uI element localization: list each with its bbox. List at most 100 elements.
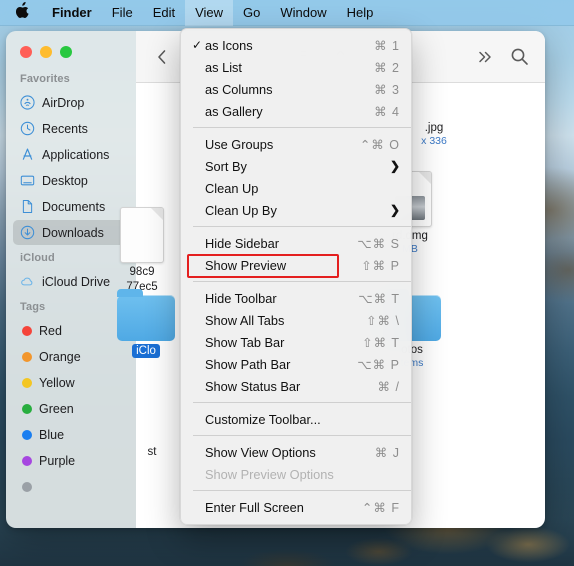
- tag-color-dot: [22, 325, 32, 336]
- menu-item-shortcut: ⇧⌘ T: [362, 335, 400, 350]
- menu-item-as-icons[interactable]: ✓ as Icons ⌘ 1: [181, 34, 411, 56]
- menu-item-label: Use Groups: [205, 136, 274, 152]
- close-button[interactable]: [20, 46, 32, 58]
- menu-item-label: as Gallery: [205, 103, 263, 119]
- menu-item-shortcut: ⌘ 1: [374, 38, 400, 53]
- menu-item-show-tab-bar[interactable]: Show Tab Bar ⇧⌘ T: [181, 331, 411, 353]
- sidebar-item-desktop[interactable]: Desktop: [13, 168, 129, 193]
- sidebar-item-airdrop[interactable]: AirDrop: [13, 90, 129, 115]
- menubar-item-help[interactable]: Help: [337, 0, 384, 26]
- menu-item-clean-up-by[interactable]: Clean Up By ❯: [181, 199, 411, 221]
- menu-item-show-path-bar[interactable]: Show Path Bar ⌥⌘ P: [181, 353, 411, 375]
- menu-item-show-status-bar[interactable]: Show Status Bar ⌘ /: [181, 375, 411, 397]
- sidebar-item-green[interactable]: Green: [13, 396, 129, 421]
- maximize-button[interactable]: [60, 46, 72, 58]
- menu-item-label: Customize Toolbar...: [205, 411, 321, 427]
- menu-item-enter-full-screen[interactable]: Enter Full Screen ⌃⌘ F: [181, 496, 411, 518]
- search-button[interactable]: [507, 45, 531, 69]
- back-button[interactable]: [150, 45, 174, 69]
- tag-color-dot: [22, 429, 32, 440]
- file-thumbnail: [94, 201, 190, 263]
- menu-item-shortcut: ⌥⌘ P: [357, 357, 400, 372]
- menubar-item-label: Edit: [152, 4, 176, 20]
- menu-item-shortcut: ⌘ 2: [374, 60, 400, 75]
- sidebar-item-label: Orange: [39, 349, 81, 364]
- menu-item-shortcut: ⌥⌘ S: [357, 236, 400, 251]
- cloud-icon: [21, 277, 33, 286]
- menu-item-label: Show All Tabs: [205, 312, 285, 328]
- menu-item-hide-sidebar[interactable]: Hide Sidebar ⌥⌘ S: [181, 232, 411, 254]
- menubar-item-label: Window: [280, 4, 327, 20]
- sidebar-item-label: Purple: [39, 453, 76, 468]
- sidebar-item-yellow[interactable]: Yellow: [13, 370, 129, 395]
- tag-color-dot: [22, 351, 32, 362]
- menu-item-label: Clean Up: [205, 180, 259, 196]
- menubar-item-label: File: [111, 4, 133, 20]
- menubar-item-label: Go: [243, 4, 261, 20]
- menu-item-label: as List: [205, 59, 242, 75]
- menu-separator: [193, 226, 411, 227]
- menu-item-as-gallery[interactable]: as Gallery ⌘ 4: [181, 100, 411, 122]
- apple-logo-icon[interactable]: [0, 1, 42, 21]
- menu-item-label: Clean Up By: [205, 202, 277, 218]
- menu-item-label: as Icons: [205, 37, 253, 53]
- double-chevron-right-icon: [479, 51, 491, 62]
- menu-item-label: Show Tab Bar: [205, 334, 285, 350]
- menu-item-clean-up[interactable]: Clean Up: [181, 177, 411, 199]
- menu-item-shortcut: ⌥⌘ T: [358, 291, 400, 306]
- apple-logo-glyph: [15, 1, 29, 18]
- menu-item-customize-toolbar[interactable]: Customize Toolbar...: [181, 408, 411, 430]
- traffic-lights: [20, 46, 72, 58]
- menubar-item-label: Help: [346, 4, 374, 20]
- toolbar-overflow-button[interactable]: [473, 45, 497, 69]
- menubar-item-go[interactable]: Go: [233, 0, 270, 26]
- menubar-item-finder[interactable]: Finder: [42, 0, 102, 26]
- sidebar-item-label: Desktop: [42, 173, 88, 188]
- search-icon: [511, 48, 528, 65]
- menu-item-as-columns[interactable]: as Columns ⌘ 3: [181, 78, 411, 100]
- menu-item-show-preview-options: Show Preview Options: [181, 463, 411, 485]
- menubar-item-view[interactable]: View: [185, 0, 234, 26]
- applications-icon: [20, 147, 35, 162]
- minimize-button[interactable]: [40, 46, 52, 58]
- menu-separator: [193, 435, 411, 436]
- menu-separator: [193, 490, 411, 491]
- sidebar-item-applications[interactable]: Applications: [13, 142, 129, 167]
- menu-item-label: Show Status Bar: [205, 378, 301, 394]
- menu-item-use-groups[interactable]: Use Groups ⌃⌘ O: [181, 133, 411, 155]
- sidebar-item-untitled[interactable]: [13, 474, 129, 499]
- applications-icon: [22, 148, 33, 160]
- sidebar-item-label: AirDrop: [42, 95, 85, 110]
- menu-item-shortcut: ⌘ J: [374, 445, 400, 460]
- menu-item-shortcut: ⌘ 4: [374, 104, 400, 119]
- view-menu-dropdown[interactable]: ✓ as Icons ⌘ 1 as List ⌘ 2 as Columns ⌘ 3 as Ga…: [180, 28, 412, 525]
- menu-item-shortcut: ⇧⌘ P: [361, 258, 400, 273]
- menubar-item-file[interactable]: File: [102, 0, 143, 26]
- menu-item-label: Enter Full Screen: [205, 499, 304, 515]
- menu-item-label: Show View Options: [205, 444, 316, 460]
- sidebar-item-label: Applications: [42, 147, 110, 162]
- downloads-icon: [20, 225, 35, 240]
- menu-item-show-all-tabs[interactable]: Show All Tabs ⇧⌘ \: [181, 309, 411, 331]
- menu-item-sort-by[interactable]: Sort By ❯: [181, 155, 411, 177]
- sidebar-item-recents[interactable]: Recents: [13, 116, 129, 141]
- submenu-chevron-right-icon: ❯: [389, 159, 400, 173]
- clock-icon: [20, 121, 35, 136]
- menu-item-label: Sort By: [205, 158, 247, 174]
- sidebar-item-label: Green: [39, 401, 74, 416]
- tag-color-dot: [22, 377, 32, 388]
- menu-item-label: Show Path Bar: [205, 356, 291, 372]
- menu-separator: [193, 127, 411, 128]
- menu-item-show-view-options[interactable]: Show View Options ⌘ J: [181, 441, 411, 463]
- tag-color-dot: [22, 455, 32, 466]
- menu-item-hide-toolbar[interactable]: Hide Toolbar ⌥⌘ T: [181, 287, 411, 309]
- menu-item-show-preview[interactable]: Show Preview ⇧⌘ P: [181, 254, 411, 276]
- menubar-item-edit[interactable]: Edit: [143, 0, 185, 26]
- menu-item-label: Show Preview Options: [205, 466, 334, 482]
- menu-item-shortcut: ⇧⌘ \: [366, 313, 400, 328]
- checkmark-icon: ✓: [192, 38, 203, 52]
- menubar-item-window[interactable]: Window: [270, 0, 336, 26]
- menu-item-as-list[interactable]: as List ⌘ 2: [181, 56, 411, 78]
- tag-color-dot: [22, 481, 32, 492]
- desktop-icon: [20, 173, 35, 188]
